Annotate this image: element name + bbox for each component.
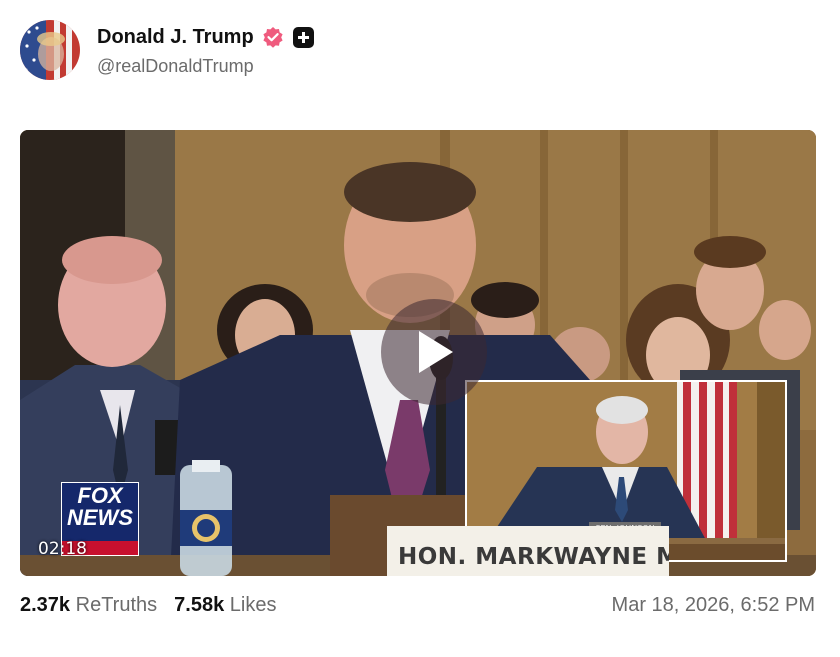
retruths-count[interactable]: 2.37k [20,594,70,617]
video-timestamp: 02:18 [38,539,87,559]
post-date[interactable]: Mar 18, 2026, 6:52 PM [612,594,815,617]
verified-badge-icon [262,26,284,48]
likes-count[interactable]: 7.58k [174,594,224,617]
post-header: Donald J. Trump @realDonaldTrump [20,20,314,80]
likes-label[interactable]: Likes [230,594,277,617]
play-icon [419,331,453,373]
username-handle[interactable]: @realDonaldTrump [97,56,314,77]
post-stats: 2.37k ReTruths 7.58k Likes [20,594,276,617]
witness-nameplate: HON. MARKWAYNE MULLIN [387,526,669,576]
display-name[interactable]: Donald J. Trump [97,26,254,49]
avatar[interactable] [20,20,80,80]
play-button[interactable] [381,299,487,405]
video-player[interactable]: SEN. JOHNSON FOXNEWS 02:18 HON. MARKWAYN… [20,130,816,576]
retruths-label[interactable]: ReTruths [76,594,158,617]
plus-badge-icon [292,26,314,48]
